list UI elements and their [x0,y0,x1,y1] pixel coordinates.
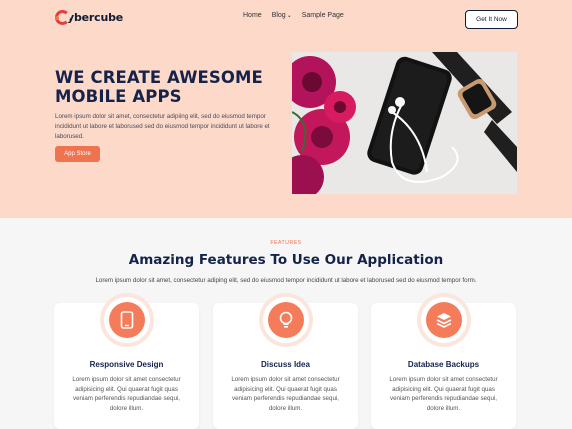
features-title: Amazing Features To Use Our Application [128,252,444,268]
feature-card-text: Lorem ipsum dolor sit amet consectetur a… [231,376,340,412]
app-store-button[interactable]: App Store [55,146,100,162]
hero-image [292,52,517,194]
get-it-now-button[interactable]: Get It Now [465,10,518,29]
feature-card-responsive: Responsive Design Lorem ipsum dolor sit … [54,297,199,429]
feature-card-title: Discuss Idea [261,360,310,369]
hero-title-line-1: WE CREATE AWESOME [55,68,263,87]
main-nav: Home Blog⌄ Sample Page [243,12,344,19]
feature-card-discuss: Discuss Idea Lorem ipsum dolor sit amet … [213,297,358,429]
logo-text: ybercube [67,11,124,24]
chevron-down-icon: ⌄ [286,13,292,19]
nav-item-sample-page[interactable]: Sample Page [302,12,344,19]
nav-item-blog[interactable]: Blog⌄ [272,12,292,19]
layers-icon [425,302,462,338]
hero-description: Lorem ipsum dolor sit amet, consectetur … [55,113,270,140]
feature-card-title: Responsive Design [89,360,164,369]
lightbulb-icon [267,302,304,338]
features-tag: FEATURES [270,240,302,246]
feature-card-text: Lorem ipsum dolor sit amet consectetur a… [389,376,498,412]
mobile-icon [108,302,145,338]
feature-card-database: Database Backups Lorem ipsum dolor sit a… [371,297,516,429]
logo[interactable]: ybercube [55,10,123,25]
feature-card-title: Database Backups [407,360,480,369]
features-subtitle: Lorem ipsum dolor sit amet, consectetur … [95,277,477,284]
feature-card-text: Lorem ipsum dolor sit amet consectetur a… [72,376,181,412]
hero-title-line-2: MOBILE APPS [55,87,182,106]
logo-c-icon [55,10,70,25]
nav-item-home[interactable]: Home [243,12,262,19]
hero-section: ybercube Home Blog⌄ Sample Page Get It N… [0,0,572,218]
hero-title: WE CREATE AWESOME MOBILE APPS [55,68,285,106]
